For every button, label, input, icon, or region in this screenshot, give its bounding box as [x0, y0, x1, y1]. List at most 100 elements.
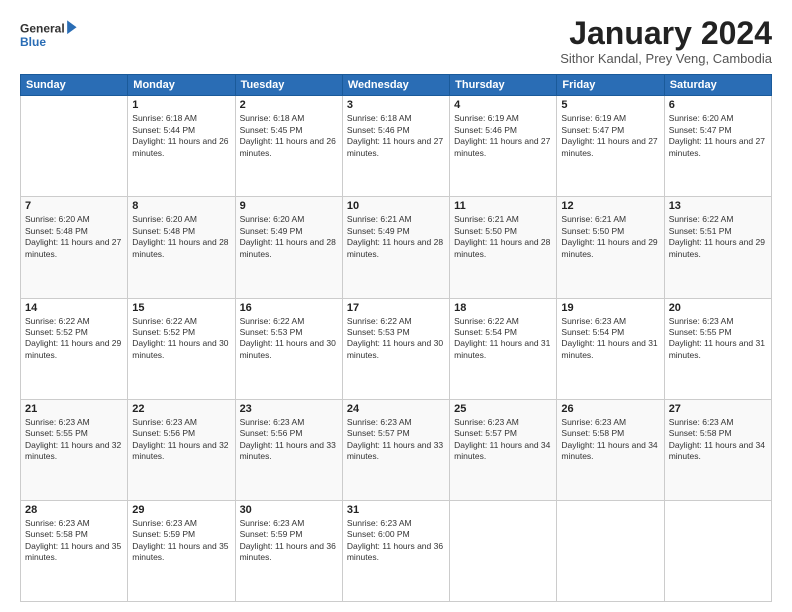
calendar-cell: 6 Sunrise: 6:20 AMSunset: 5:47 PMDaylight…	[664, 96, 771, 197]
day-number: 9	[240, 200, 338, 212]
cell-info: Sunrise: 6:19 AMSunset: 5:46 PMDaylight:…	[454, 113, 552, 159]
calendar-cell: 10Sunrise: 6:21 AMSunset: 5:49 PMDayligh…	[342, 197, 449, 298]
cell-info: Sunrise: 6:18 AMSunset: 5:46 PMDaylight:…	[347, 113, 445, 159]
cell-info: Sunrise: 6:22 AMSunset: 5:52 PMDaylight:…	[25, 316, 123, 362]
title-block: January 2024 Sithor Kandal, Prey Veng, C…	[560, 16, 772, 66]
cell-info: Sunrise: 6:23 AMSunset: 5:54 PMDaylight:…	[561, 316, 659, 362]
day-number: 25	[454, 403, 552, 415]
col-tuesday: Tuesday	[235, 75, 342, 96]
calendar-cell: 30 Sunrise: 6:23 AMSunset: 5:59 PMDayligh…	[235, 500, 342, 601]
day-number: 5	[561, 99, 659, 111]
calendar-subtitle: Sithor Kandal, Prey Veng, Cambodia	[560, 51, 772, 66]
day-number: 15	[132, 302, 230, 314]
day-number: 2	[240, 99, 338, 111]
calendar-cell	[664, 500, 771, 601]
cell-info: Sunrise: 6:23 AMSunset: 6:00 PMDaylight:…	[347, 518, 445, 564]
calendar-cell: 9Sunrise: 6:20 AMSunset: 5:49 PMDaylight…	[235, 197, 342, 298]
day-number: 11	[454, 200, 552, 212]
calendar-cell: 3 Sunrise: 6:18 AMSunset: 5:46 PMDaylight…	[342, 96, 449, 197]
col-wednesday: Wednesday	[342, 75, 449, 96]
day-number: 28	[25, 504, 123, 516]
cell-info: Sunrise: 6:23 AMSunset: 5:57 PMDaylight:…	[347, 417, 445, 463]
day-number: 18	[454, 302, 552, 314]
calendar-cell: 20Sunrise: 6:23 AMSunset: 5:55 PMDayligh…	[664, 298, 771, 399]
cell-info: Sunrise: 6:23 AMSunset: 5:58 PMDaylight:…	[25, 518, 123, 564]
calendar-cell: 24 Sunrise: 6:23 AMSunset: 5:57 PMDayligh…	[342, 399, 449, 500]
cell-info: Sunrise: 6:21 AMSunset: 5:50 PMDaylight:…	[561, 214, 659, 260]
cell-info: Sunrise: 6:23 AMSunset: 5:56 PMDaylight:…	[132, 417, 230, 463]
cell-info: Sunrise: 6:20 AMSunset: 5:47 PMDaylight:…	[669, 113, 767, 159]
calendar-week-2: 14 Sunrise: 6:22 AMSunset: 5:52 PMDayligh…	[21, 298, 772, 399]
cell-info: Sunrise: 6:23 AMSunset: 5:58 PMDaylight:…	[561, 417, 659, 463]
svg-text:General: General	[20, 21, 65, 35]
calendar-cell: 4 Sunrise: 6:19 AMSunset: 5:46 PMDaylight…	[450, 96, 557, 197]
calendar-cell: 13 Sunrise: 6:22 AMSunset: 5:51 PMDayligh…	[664, 197, 771, 298]
day-number: 12	[561, 200, 659, 212]
day-number: 6	[669, 99, 767, 111]
calendar-cell: 1Sunrise: 6:18 AMSunset: 5:44 PMDaylight…	[128, 96, 235, 197]
calendar-cell: 28 Sunrise: 6:23 AMSunset: 5:58 PMDayligh…	[21, 500, 128, 601]
calendar-week-3: 21Sunrise: 6:23 AMSunset: 5:55 PMDayligh…	[21, 399, 772, 500]
calendar-table: Sunday Monday Tuesday Wednesday Thursday…	[20, 74, 772, 602]
calendar-cell	[450, 500, 557, 601]
day-number: 21	[25, 403, 123, 415]
logo-icon: GeneralBlue	[20, 16, 80, 54]
calendar-cell: 31 Sunrise: 6:23 AMSunset: 6:00 PMDayligh…	[342, 500, 449, 601]
day-number: 22	[132, 403, 230, 415]
cell-info: Sunrise: 6:22 AMSunset: 5:53 PMDaylight:…	[240, 316, 338, 362]
day-number: 13	[669, 200, 767, 212]
day-number: 3	[347, 99, 445, 111]
cell-info: Sunrise: 6:20 AMSunset: 5:48 PMDaylight:…	[25, 214, 123, 260]
col-saturday: Saturday	[664, 75, 771, 96]
col-sunday: Sunday	[21, 75, 128, 96]
cell-info: Sunrise: 6:18 AMSunset: 5:45 PMDaylight:…	[240, 113, 338, 159]
calendar-cell: 27 Sunrise: 6:23 AMSunset: 5:58 PMDayligh…	[664, 399, 771, 500]
calendar-cell: 23Sunrise: 6:23 AMSunset: 5:56 PMDayligh…	[235, 399, 342, 500]
day-number: 1	[132, 99, 230, 111]
calendar-cell: 7Sunrise: 6:20 AMSunset: 5:48 PMDaylight…	[21, 197, 128, 298]
calendar-cell: 14 Sunrise: 6:22 AMSunset: 5:52 PMDayligh…	[21, 298, 128, 399]
calendar-cell	[557, 500, 664, 601]
day-number: 24	[347, 403, 445, 415]
calendar-cell: 22 Sunrise: 6:23 AMSunset: 5:56 PMDayligh…	[128, 399, 235, 500]
calendar-cell: 16 Sunrise: 6:22 AMSunset: 5:53 PMDayligh…	[235, 298, 342, 399]
cell-info: Sunrise: 6:22 AMSunset: 5:51 PMDaylight:…	[669, 214, 767, 260]
calendar-week-0: 1Sunrise: 6:18 AMSunset: 5:44 PMDaylight…	[21, 96, 772, 197]
day-number: 8	[132, 200, 230, 212]
calendar-cell: 25Sunrise: 6:23 AMSunset: 5:57 PMDayligh…	[450, 399, 557, 500]
calendar-week-4: 28 Sunrise: 6:23 AMSunset: 5:58 PMDayligh…	[21, 500, 772, 601]
header-row: Sunday Monday Tuesday Wednesday Thursday…	[21, 75, 772, 96]
calendar-cell: 29Sunrise: 6:23 AMSunset: 5:59 PMDayligh…	[128, 500, 235, 601]
cell-info: Sunrise: 6:23 AMSunset: 5:59 PMDaylight:…	[240, 518, 338, 564]
day-number: 27	[669, 403, 767, 415]
calendar-cell: 8 Sunrise: 6:20 AMSunset: 5:48 PMDaylight…	[128, 197, 235, 298]
calendar-cell: 26Sunrise: 6:23 AMSunset: 5:58 PMDayligh…	[557, 399, 664, 500]
calendar-week-1: 7Sunrise: 6:20 AMSunset: 5:48 PMDaylight…	[21, 197, 772, 298]
day-number: 19	[561, 302, 659, 314]
calendar-cell: 21Sunrise: 6:23 AMSunset: 5:55 PMDayligh…	[21, 399, 128, 500]
calendar-cell: 5 Sunrise: 6:19 AMSunset: 5:47 PMDaylight…	[557, 96, 664, 197]
day-number: 4	[454, 99, 552, 111]
cell-info: Sunrise: 6:22 AMSunset: 5:52 PMDaylight:…	[132, 316, 230, 362]
calendar-cell: 2 Sunrise: 6:18 AMSunset: 5:45 PMDaylight…	[235, 96, 342, 197]
cell-info: Sunrise: 6:22 AMSunset: 5:53 PMDaylight:…	[347, 316, 445, 362]
day-number: 20	[669, 302, 767, 314]
day-number: 14	[25, 302, 123, 314]
col-friday: Friday	[557, 75, 664, 96]
calendar-cell: 19 Sunrise: 6:23 AMSunset: 5:54 PMDayligh…	[557, 298, 664, 399]
day-number: 31	[347, 504, 445, 516]
col-monday: Monday	[128, 75, 235, 96]
cell-info: Sunrise: 6:23 AMSunset: 5:59 PMDaylight:…	[132, 518, 230, 564]
cell-info: Sunrise: 6:23 AMSunset: 5:58 PMDaylight:…	[669, 417, 767, 463]
cell-info: Sunrise: 6:19 AMSunset: 5:47 PMDaylight:…	[561, 113, 659, 159]
cell-info: Sunrise: 6:20 AMSunset: 5:48 PMDaylight:…	[132, 214, 230, 260]
col-thursday: Thursday	[450, 75, 557, 96]
svg-text:Blue: Blue	[20, 35, 46, 49]
cell-info: Sunrise: 6:21 AMSunset: 5:49 PMDaylight:…	[347, 214, 445, 260]
calendar-cell: 17 Sunrise: 6:22 AMSunset: 5:53 PMDayligh…	[342, 298, 449, 399]
calendar-cell: 11Sunrise: 6:21 AMSunset: 5:50 PMDayligh…	[450, 197, 557, 298]
day-number: 16	[240, 302, 338, 314]
logo: GeneralBlue	[20, 16, 80, 54]
day-number: 17	[347, 302, 445, 314]
day-number: 30	[240, 504, 338, 516]
